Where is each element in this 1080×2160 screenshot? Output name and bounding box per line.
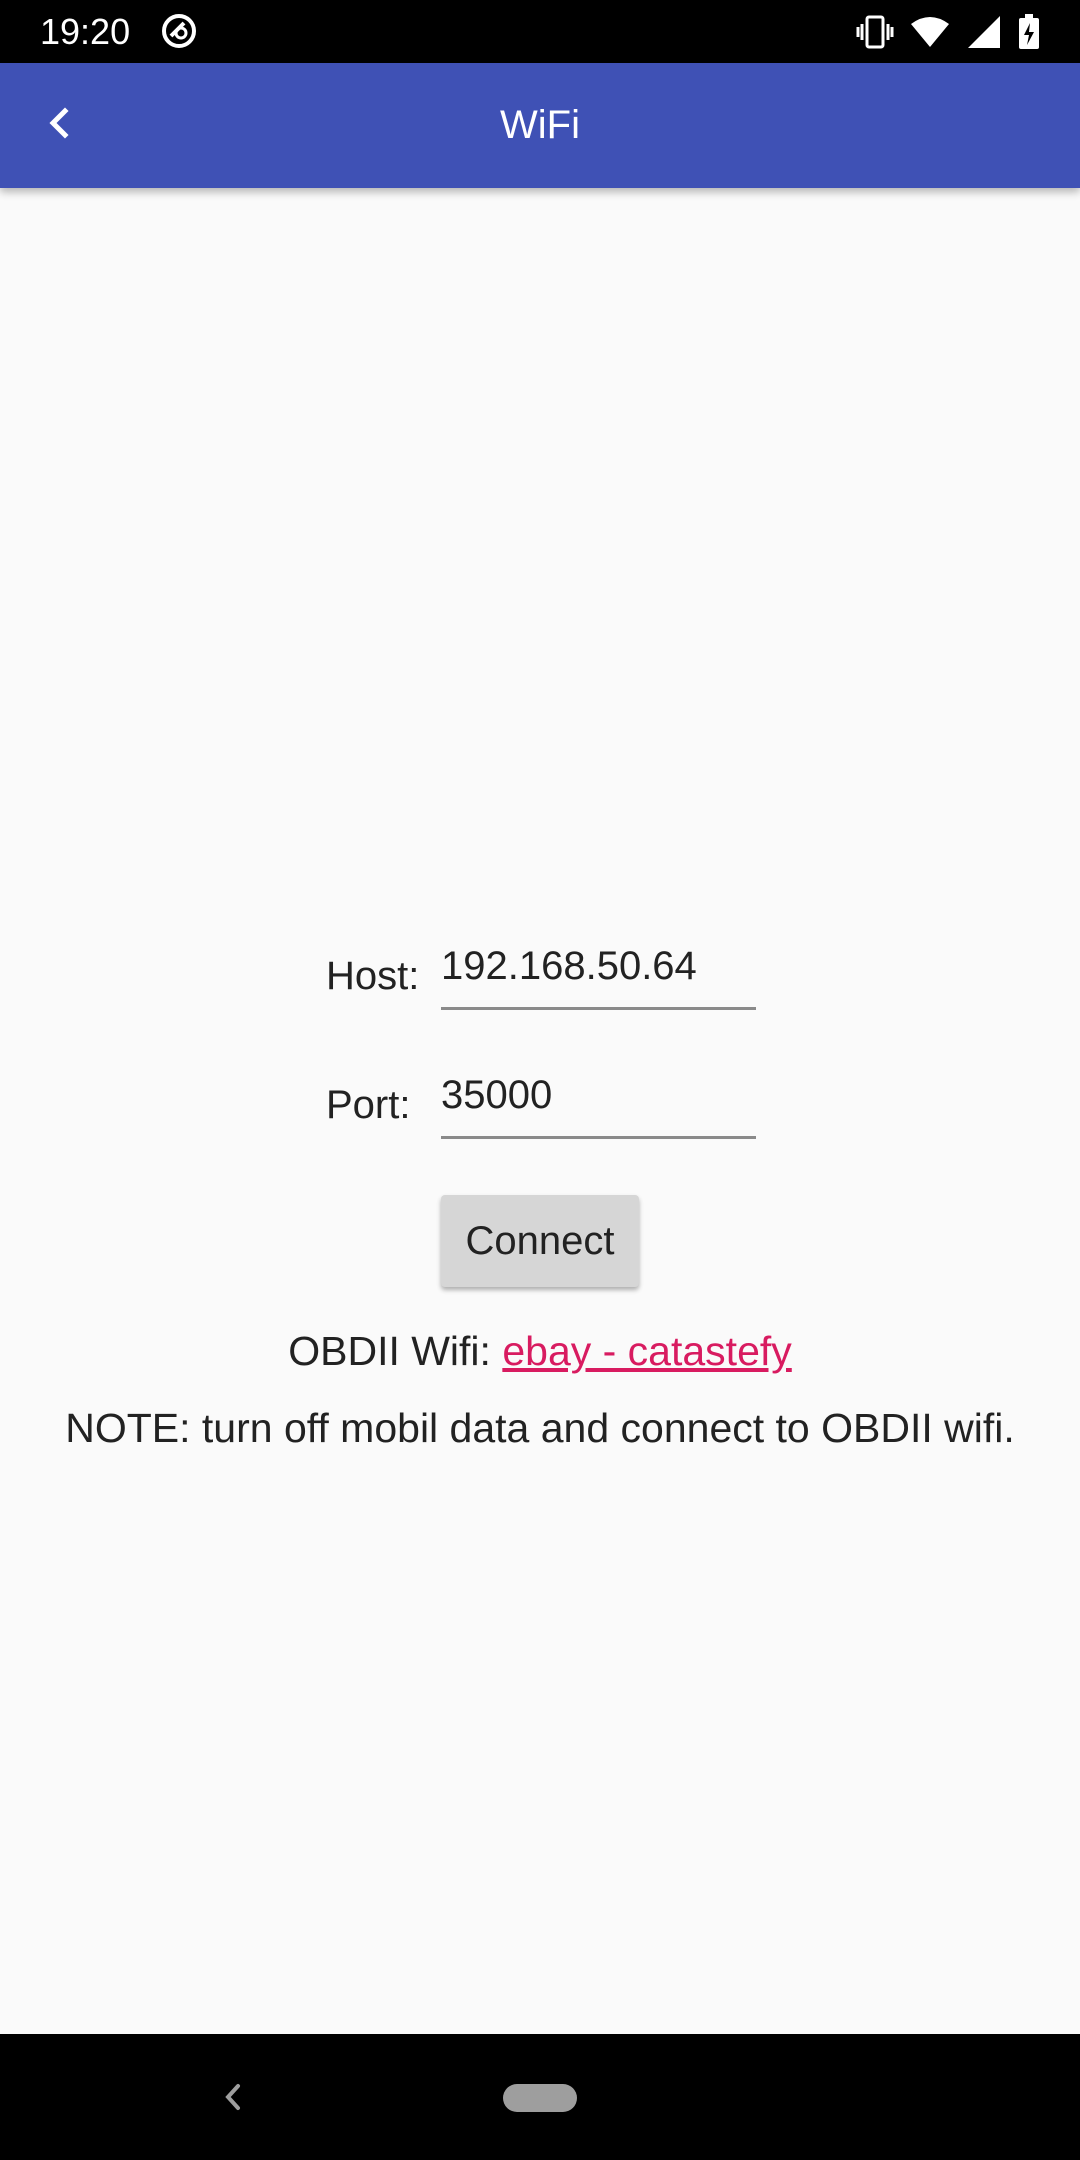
- status-icons: [856, 14, 1040, 50]
- screen: 19:20 WiFi Host: 192.168.50.64 Port: 350…: [0, 0, 1080, 2160]
- host-label: Host:: [326, 954, 420, 998]
- note-text: NOTE: turn off mobil data and connect to…: [65, 1405, 1015, 1451]
- host-input[interactable]: [441, 940, 756, 1010]
- wifi-icon: [910, 16, 950, 48]
- nav-back-icon[interactable]: [210, 2074, 256, 2120]
- port-input[interactable]: [441, 1069, 756, 1139]
- circle-icon: [160, 12, 198, 50]
- obd-wifi-label: OBDII Wifi:: [288, 1328, 491, 1374]
- nav-bar: [0, 2034, 1080, 2160]
- page-title: WiFi: [500, 103, 580, 147]
- obd-wifi-link[interactable]: ebay - catastefy: [502, 1328, 791, 1374]
- signal-icon: [966, 15, 1002, 49]
- vibrate-icon: [856, 15, 894, 49]
- status-bar: 19:20: [0, 0, 1080, 63]
- obd-wifi-line: OBDII Wifi: ebay - catastefy: [0, 1328, 1080, 1375]
- host-row: Host:: [0, 940, 1080, 1030]
- nav-home-pill[interactable]: [503, 2084, 577, 2112]
- connect-button[interactable]: Connect: [441, 1195, 639, 1287]
- app-bar: WiFi: [0, 63, 1080, 188]
- port-label: Port:: [326, 1083, 411, 1127]
- port-row: Port:: [0, 1069, 1080, 1159]
- status-time: 19:20: [40, 11, 131, 52]
- battery-charging-icon: [1018, 14, 1040, 50]
